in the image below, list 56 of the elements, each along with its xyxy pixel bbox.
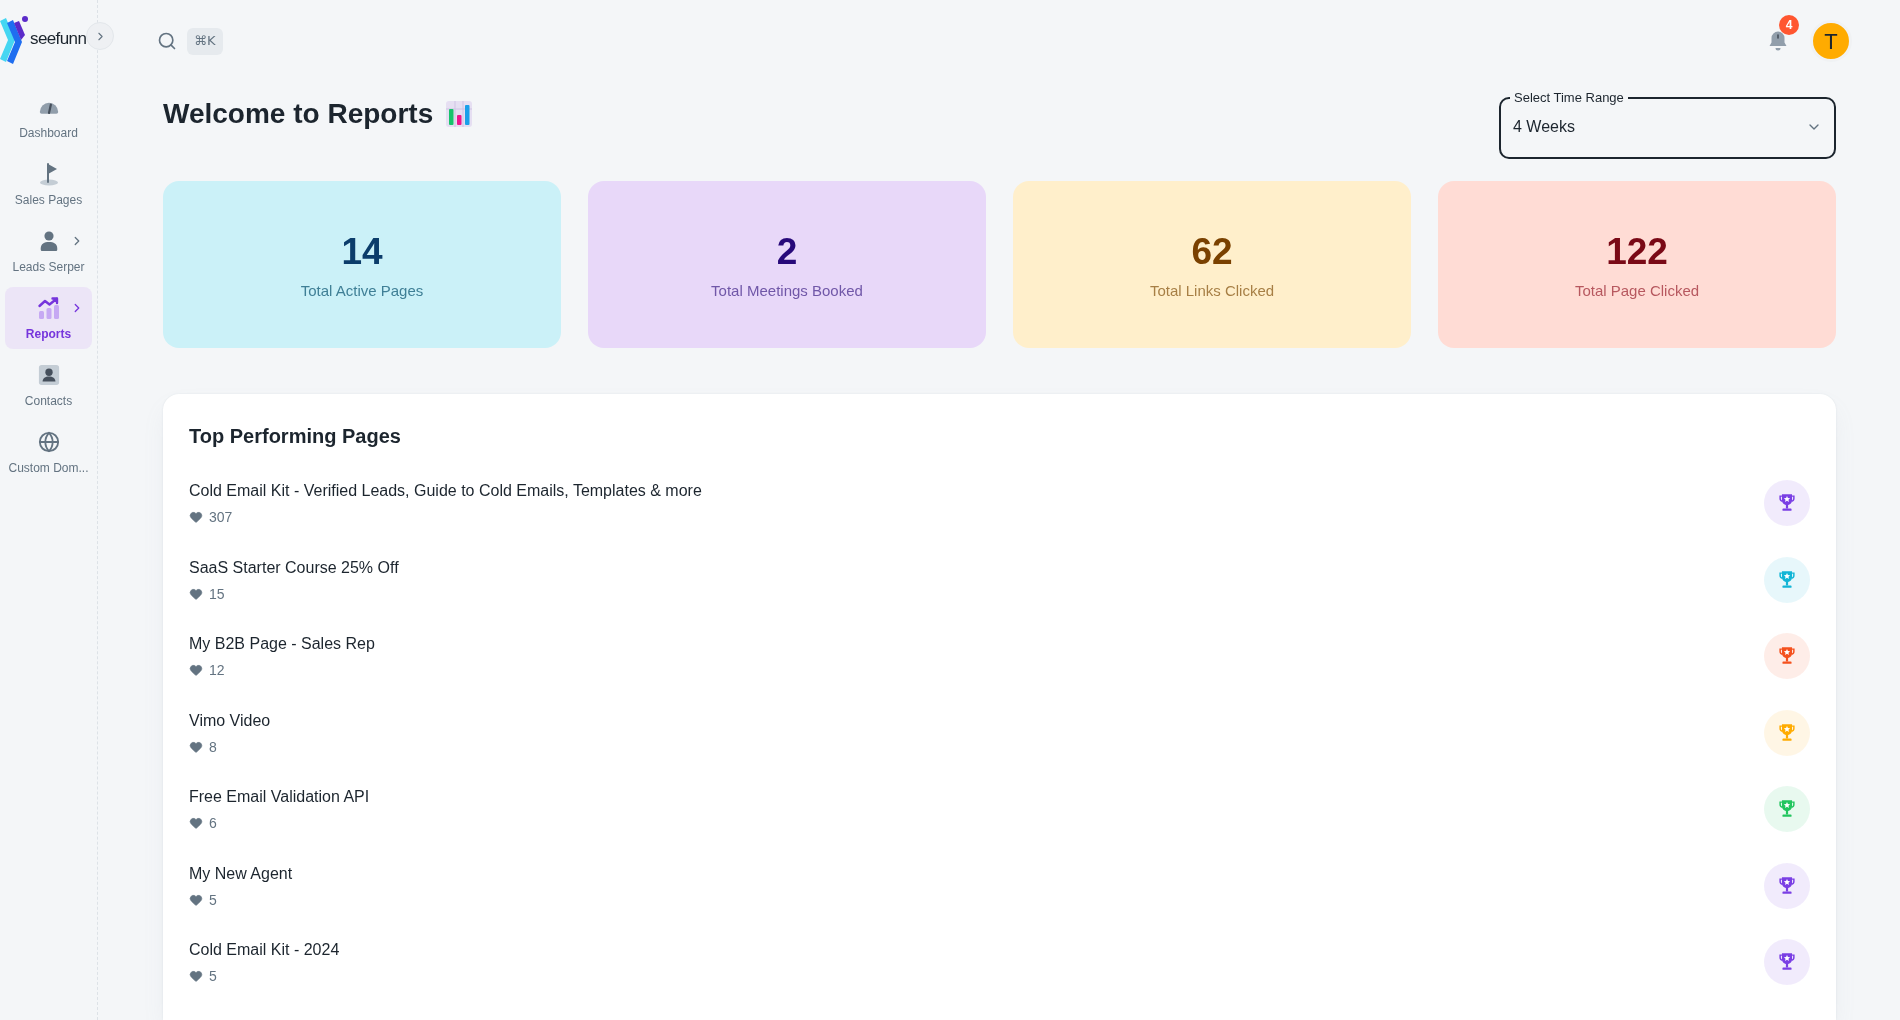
globe-icon [37,430,60,453]
sidebar-item[interactable]: Leads Serper [5,220,92,282]
stat-label: Total Links Clicked [1149,281,1275,300]
stat-value: 122 [1606,229,1668,274]
trophy-icon [1764,633,1810,680]
heart-icon [189,969,203,984]
sidebar-item[interactable]: Dashboard [5,86,92,148]
like-count: 12 [209,661,225,681]
bar-chart-icon [446,101,473,127]
page-name: My New Agent [189,863,293,884]
avatar[interactable]: T [1810,20,1852,62]
search-icon [157,31,177,51]
like-count: 6 [209,814,217,834]
sidebar-item[interactable]: Sales Pages [5,153,92,215]
heart-icon [189,663,203,678]
stat-value: 2 [776,229,798,274]
search-button[interactable] [156,30,178,52]
stat-label: Total Page Clicked [1574,281,1700,300]
logo-text: seefunn [30,28,87,50]
trophy-icon [1764,709,1810,756]
notification-count: 4 [1779,15,1799,35]
trophy-icon [1764,480,1810,527]
contact-card-icon [37,363,60,386]
page-name: Cold Email Kit - Verified Leads, Guide to Cold Emails, Templates & more [189,481,702,502]
sidebar-item[interactable]: Reports [5,287,92,349]
trophy-icon [1764,556,1810,603]
page-name: SaaS Starter Course 25% Off [189,557,399,578]
trophy-icon [1764,862,1810,909]
time-range-select[interactable]: Select Time Range 4 Weeks [1499,90,1836,159]
page-name: My B2B Page - Sales Rep [189,634,375,655]
heart-icon [189,816,203,831]
like-count: 5 [209,967,217,987]
logo-icon [0,15,28,65]
heart-icon [189,586,203,601]
like-count: 5 [209,890,217,910]
page-title: Welcome to Reports [163,97,434,131]
page-name: Vimo Video [189,710,271,731]
panel-title: Top Performing Pages [189,424,401,449]
page-name: Cold Email Kit - 2024 [189,940,340,961]
heart-icon [189,739,203,754]
like-count: 307 [209,508,233,528]
page-name: Free Email Validation API [189,787,370,808]
trophy-icon [1764,939,1810,986]
sidebar-item[interactable]: Custom Dom... [5,421,92,483]
heart-icon [189,892,203,907]
shortcut-hint: ⌘K [187,27,223,55]
trophy-icon [1764,786,1810,833]
sidebar-item[interactable]: Contacts [5,354,92,416]
stat-value: 62 [1191,229,1233,274]
heart-icon [189,510,203,525]
stat-label: Total Meetings Booked [711,281,863,300]
stat-label: Total Active Pages [300,281,424,300]
stat-value: 14 [341,229,383,274]
trend-chart-icon [36,295,61,320]
like-count: 8 [209,737,217,757]
like-count: 15 [209,584,225,604]
